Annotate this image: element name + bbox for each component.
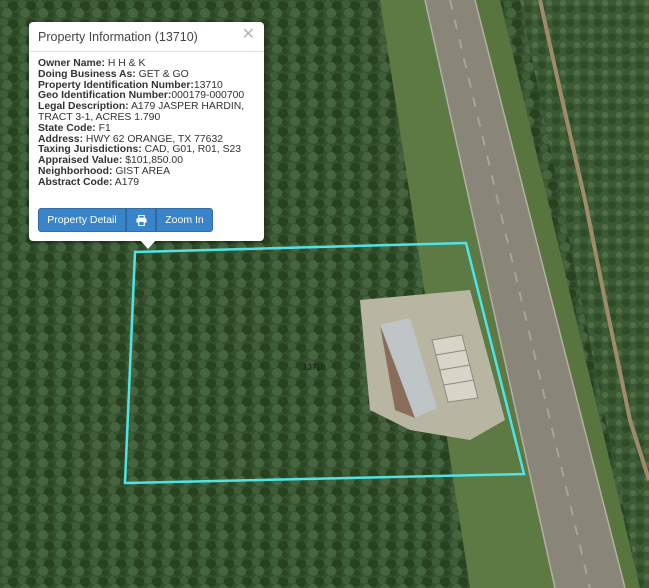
print-icon	[135, 214, 147, 226]
field-label: Owner Name:	[38, 58, 105, 69]
popup-header: Property Information (13710) ✕	[29, 22, 264, 52]
property-detail-button[interactable]: Property Detail	[38, 208, 126, 232]
parcel-label: 13710	[303, 363, 326, 372]
field-label: Doing Business As:	[38, 68, 136, 80]
popup-pointer	[140, 240, 156, 249]
field-label: Geo Identification Number:	[38, 90, 172, 102]
field-value: 000179-000700	[171, 90, 245, 102]
property-info-popup: Property Information (13710) ✕ Owner Nam…	[29, 22, 264, 241]
field-label: Property Identification Number:	[38, 79, 194, 91]
field-value: GET & GO	[135, 68, 189, 80]
field-label: Appraised Value:	[38, 155, 123, 167]
field-value: A179	[112, 176, 140, 188]
field-label: Neighborhood:	[38, 165, 113, 177]
field-value: GIST AREA	[112, 165, 171, 177]
popup-button-group: Property Detail Zoom In	[38, 208, 213, 232]
field-label: State Code:	[38, 122, 96, 134]
field-abstract-code: Abstract Code: A179	[38, 176, 255, 189]
print-button[interactable]	[126, 208, 156, 232]
field-value: HWY 62 ORANGE, TX 77632	[83, 133, 223, 145]
field-label: Legal Description:	[38, 101, 129, 113]
field-legal-description: Legal Description: A179 JASPER HARDIN, T…	[38, 101, 255, 124]
field-label: Taxing Jurisdictions:	[38, 144, 142, 156]
field-value: F1	[95, 122, 111, 134]
zoom-in-button[interactable]: Zoom In	[156, 208, 213, 232]
field-value: H H & K	[104, 58, 146, 69]
field-label: Address:	[38, 133, 84, 145]
field-value: $101,850.00	[122, 155, 183, 167]
field-value: 13710	[193, 79, 223, 91]
popup-title: Property Information (13710)	[38, 30, 198, 44]
close-icon[interactable]: ✕	[242, 27, 255, 43]
field-label: Abstract Code:	[38, 176, 113, 188]
popup-body: Owner Name: H H & K Doing Business As: G…	[29, 52, 264, 189]
field-value: CAD, G01, R01, S23	[141, 144, 242, 156]
